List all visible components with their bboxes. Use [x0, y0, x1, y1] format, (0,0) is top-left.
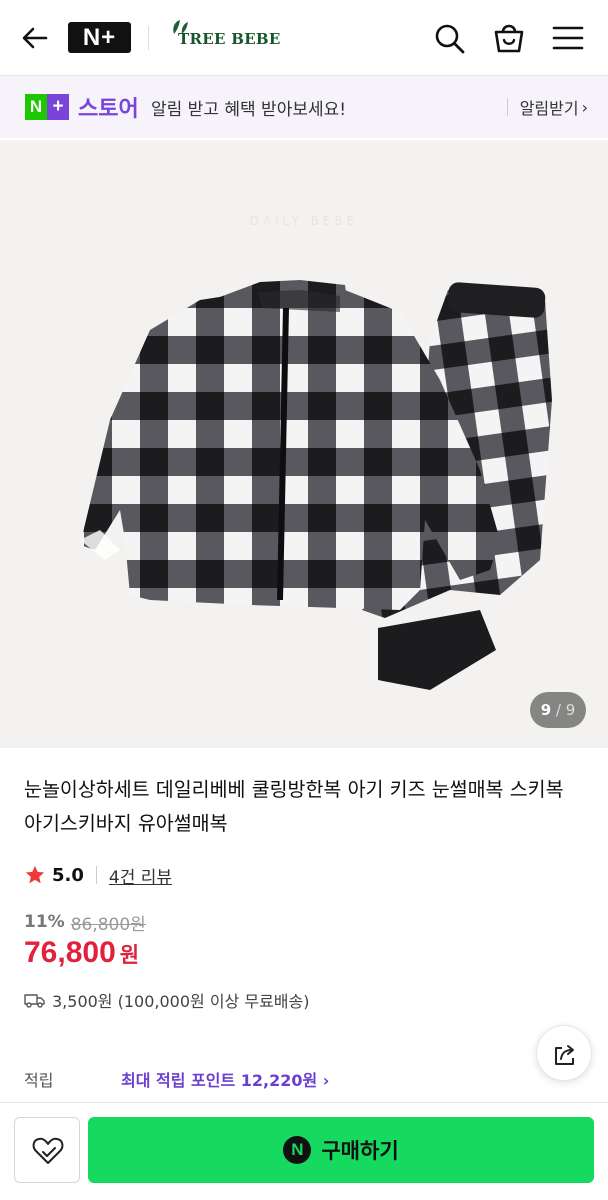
image-total: 9: [565, 701, 576, 719]
back-button[interactable]: [18, 22, 52, 54]
brand-logo[interactable]: TREE BEBE: [148, 18, 298, 58]
heart-icon: [32, 1137, 64, 1164]
shipping-info: 3,500원 (100,000원 이상 무료배송): [52, 992, 310, 1011]
store-logo-plus: +: [47, 94, 69, 120]
shopping-bag-icon: [494, 24, 524, 53]
brand-divider: [148, 26, 149, 50]
top-header: N+ TREE BEBE: [0, 0, 608, 76]
naver-plus-logo[interactable]: N+: [68, 22, 131, 53]
truck-icon: [24, 994, 45, 1008]
image-counter: 9 / 9: [530, 692, 586, 728]
buy-button[interactable]: N 구매하기: [88, 1117, 594, 1183]
price-unit: 원: [119, 943, 140, 967]
product-image[interactable]: DAILY BEBE 9 / 9: [0, 140, 608, 748]
bottom-bar: N 구매하기: [0, 1102, 608, 1200]
chevron-right-icon: ›: [581, 97, 588, 117]
store-logo-n: N: [25, 94, 47, 120]
price-row: 76,800 원: [24, 936, 139, 976]
star-icon: [25, 865, 45, 884]
store-banner: N + 스토어 알림 받고 혜택 받아보세요! 알림받기 ›: [0, 76, 608, 138]
back-arrow-icon: [22, 27, 48, 49]
menu-button[interactable]: [550, 20, 586, 56]
search-icon: [435, 24, 465, 54]
image-current: 9: [540, 701, 552, 719]
store-word: 스토어: [78, 97, 139, 122]
sale-price: 76,800: [24, 936, 116, 969]
shipping-row: 3,500원 (100,000원 이상 무료배송): [24, 988, 309, 1012]
hamburger-menu-icon: [552, 26, 584, 50]
share-button[interactable]: [536, 1025, 592, 1081]
search-button[interactable]: [431, 20, 467, 56]
naver-plus-store-logo: N +: [25, 94, 69, 120]
rating-row: 5.0 4건 리뷰: [24, 862, 172, 888]
buy-label: 구매하기: [321, 1139, 399, 1163]
share-icon: [555, 1045, 574, 1065]
points-label: 적립: [24, 1071, 54, 1090]
store-message: 알림 받고 혜택 받아보세요!: [151, 100, 347, 120]
rating-value: 5.0: [52, 864, 84, 886]
review-count-link[interactable]: 4건 리뷰: [109, 863, 172, 888]
brand-name: TREE BEBE: [178, 30, 281, 48]
notification-button[interactable]: 알림받기 ›: [506, 93, 588, 121]
points-row: 적립 최대 적립 포인트 12,220원 ›: [24, 1064, 524, 1092]
wishlist-button[interactable]: [14, 1117, 80, 1183]
max-points-link[interactable]: 최대 적립 포인트 12,220원 ›: [121, 1067, 329, 1091]
cart-button[interactable]: [491, 20, 527, 56]
link-divider: [506, 98, 508, 116]
notification-label: 알림받기: [519, 99, 579, 118]
original-price: 86,800원: [70, 914, 146, 935]
product-title: 눈놀이상하세트 데일리베베 쿨링방한복 아기 키즈 눈썰매복 스키복 아기스키바…: [24, 778, 564, 835]
product-photo: [80, 280, 552, 690]
rating-divider: [95, 866, 97, 884]
naver-pay-n-icon: N: [283, 1136, 312, 1164]
discount-row: 11% 86,800원: [24, 910, 146, 935]
image-separator: /: [555, 701, 561, 719]
discount-rate: 11%: [24, 912, 65, 932]
